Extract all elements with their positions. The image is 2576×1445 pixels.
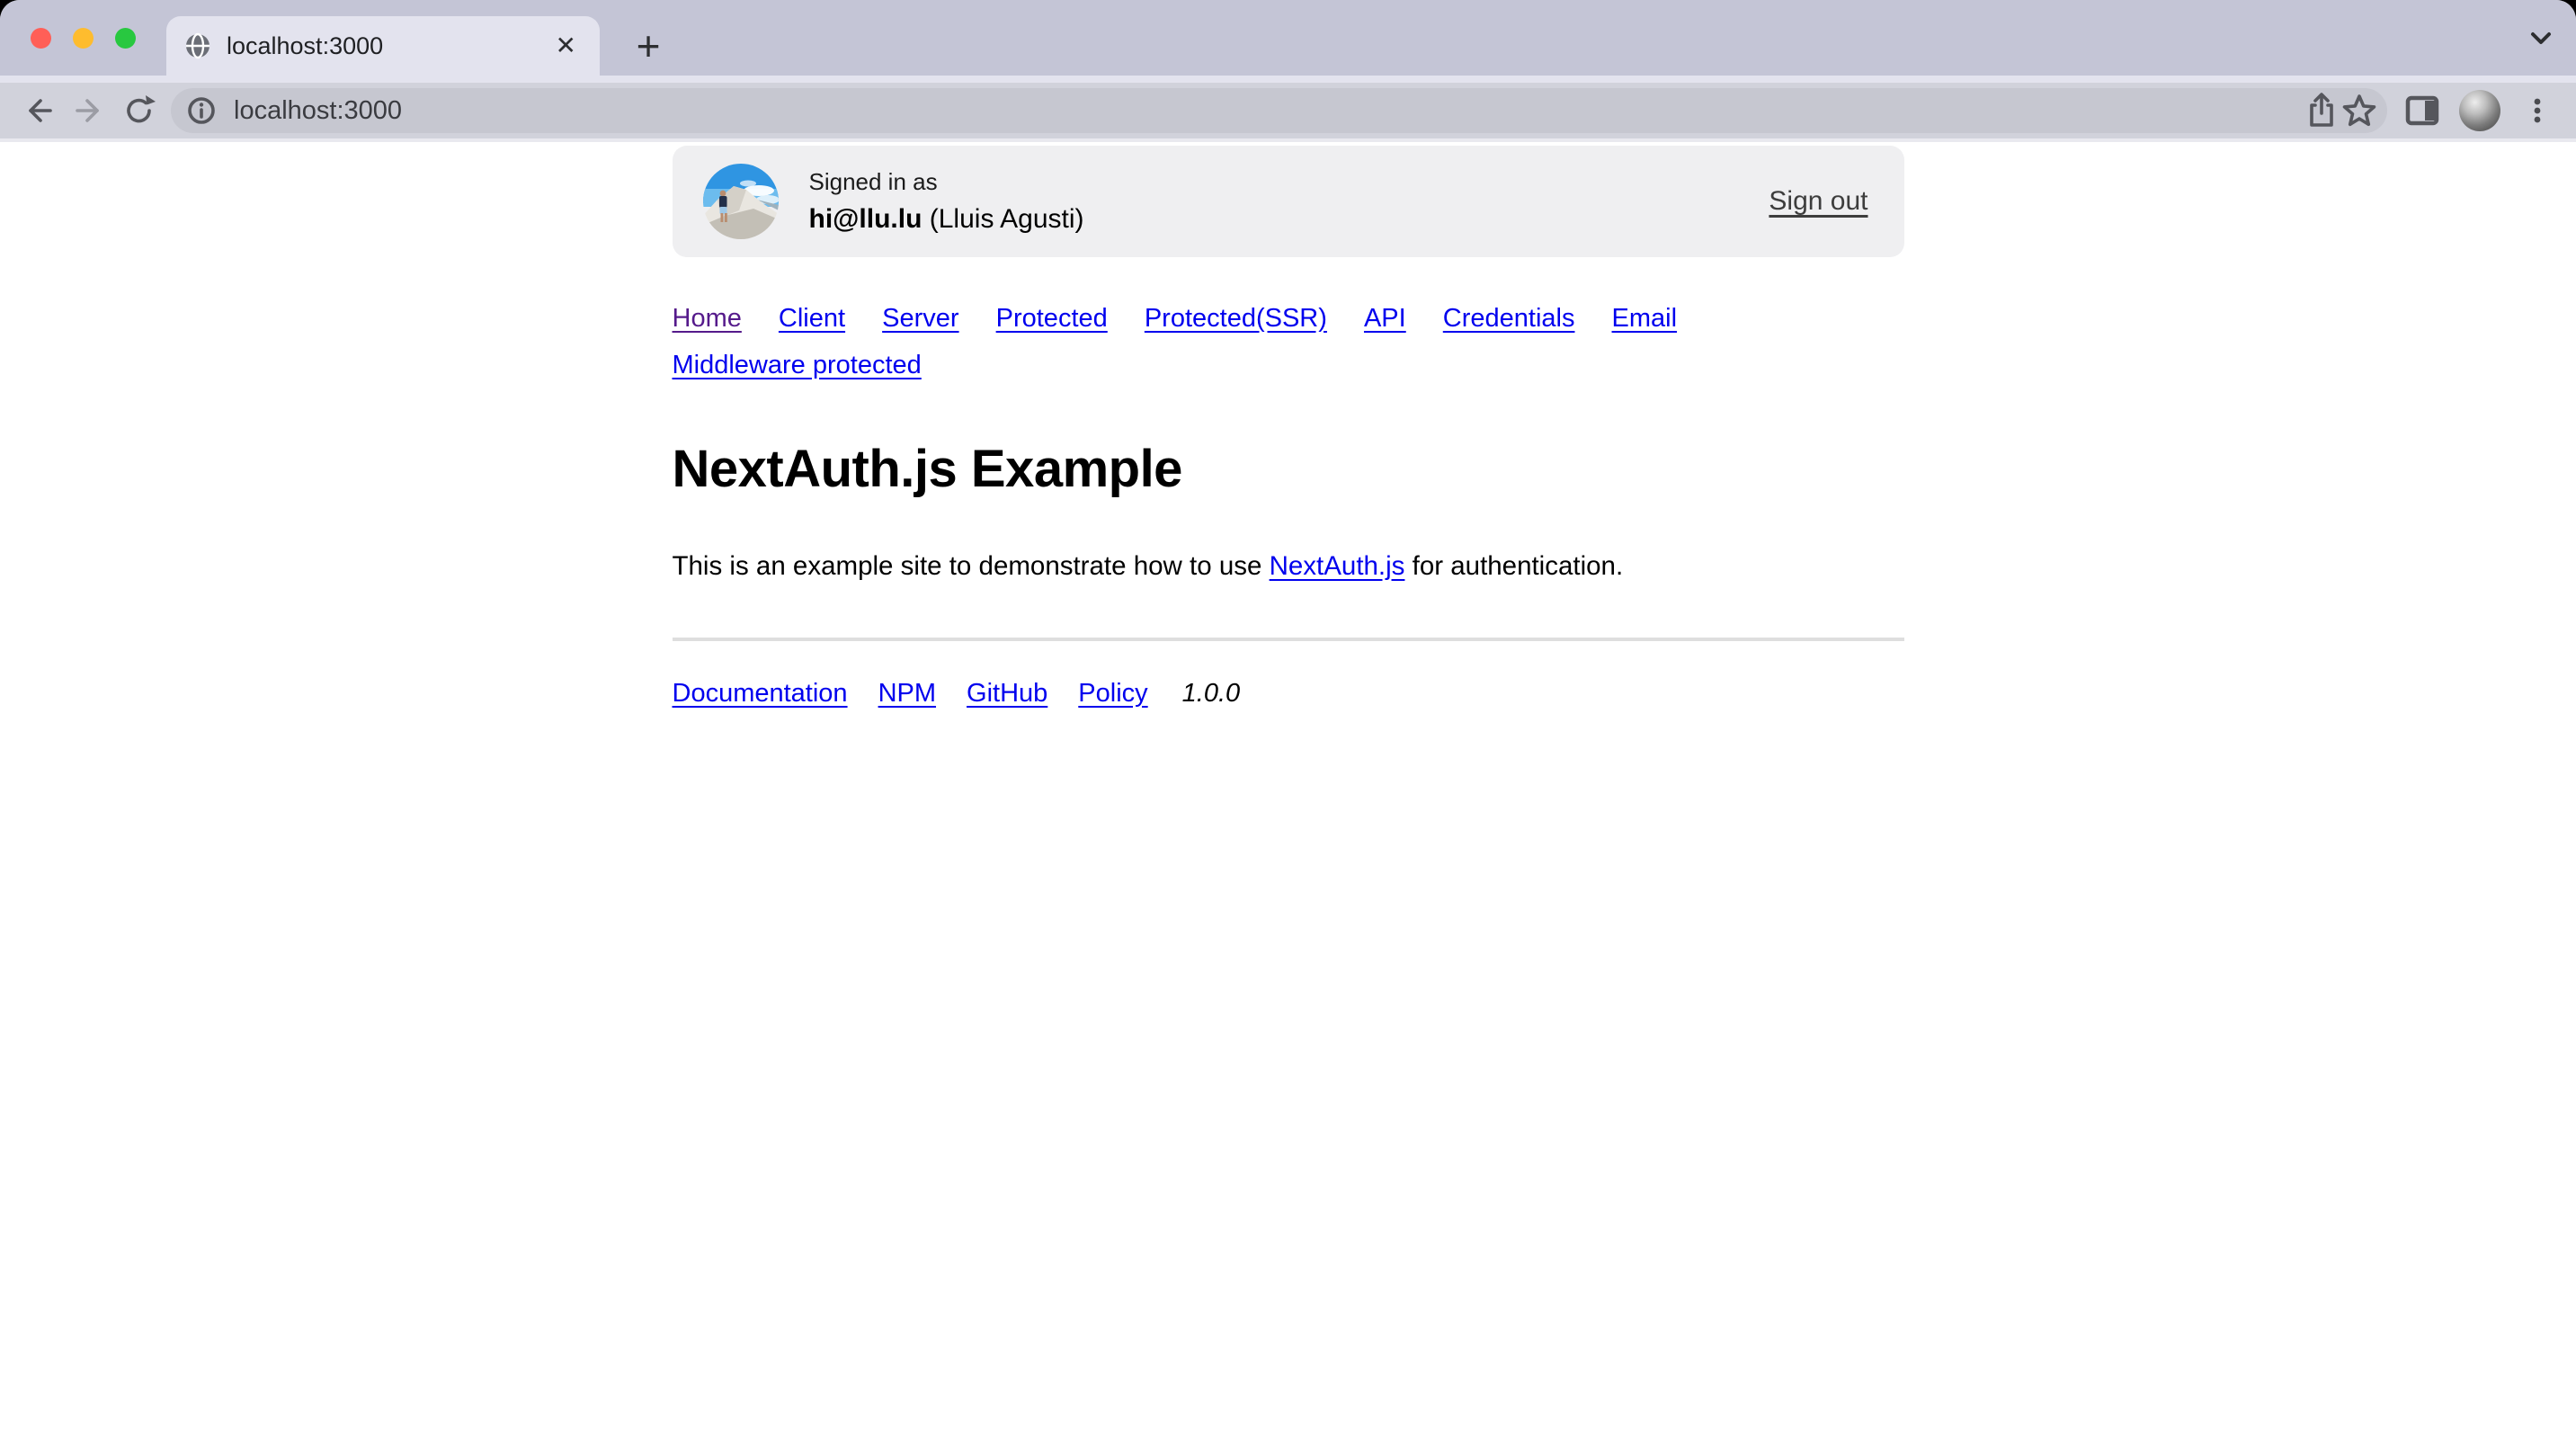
bookmark-star-icon[interactable] [2340, 92, 2378, 129]
signed-in-text: Signed in as hi@llu.lu (Lluis Agusti) [809, 168, 1084, 235]
tab-strip [0, 76, 2576, 83]
signed-in-card: Signed in as hi@llu.lu (Lluis Agusti) Si… [673, 146, 1904, 257]
nav-link-client[interactable]: Client [779, 295, 845, 342]
nav-link-home[interactable]: Home [673, 295, 742, 342]
browser-tab[interactable]: localhost:3000 ✕ [166, 16, 600, 76]
nav-link-middleware-protected[interactable]: Middleware protected [673, 342, 922, 388]
footer-link-policy[interactable]: Policy [1078, 679, 1147, 709]
page-title: NextAuth.js Example [673, 439, 1904, 499]
page-footer: Documentation NPM GitHub Policy 1.0.0 [673, 679, 1904, 709]
nav-link-server[interactable]: Server [882, 295, 958, 342]
close-window-button[interactable] [31, 28, 51, 49]
sign-out-button[interactable]: Sign out [1769, 186, 1867, 217]
site-info-icon[interactable] [185, 94, 218, 127]
forward-button[interactable] [70, 92, 108, 129]
tab-bar: localhost:3000 ✕ + [0, 0, 2576, 76]
browser-toolbar: localhost:3000 [0, 83, 2576, 138]
address-bar[interactable]: localhost:3000 [171, 88, 2387, 133]
browser-window: localhost:3000 ✕ + [0, 0, 2576, 1445]
nav-link-email[interactable]: Email [1612, 295, 1678, 342]
new-tab-button[interactable]: + [624, 22, 673, 70]
intro-paragraph: This is an example site to demonstrate h… [673, 551, 1904, 582]
close-tab-icon[interactable]: ✕ [550, 30, 582, 62]
user-avatar [703, 164, 779, 239]
main-nav: Home Client Server Protected Protected(S… [673, 295, 1769, 388]
url-text[interactable]: localhost:3000 [234, 96, 2303, 126]
signed-in-label: Signed in as [809, 168, 1084, 196]
window-controls [31, 28, 136, 49]
footer-divider [673, 638, 1904, 641]
browser-profile-avatar[interactable] [2459, 90, 2500, 131]
nav-link-protected-ssr[interactable]: Protected(SSR) [1145, 295, 1327, 342]
user-email: hi@llu.lu [809, 204, 923, 234]
footer-link-github[interactable]: GitHub [967, 679, 1047, 709]
footer-link-npm[interactable]: NPM [878, 679, 936, 709]
nav-link-api[interactable]: API [1364, 295, 1406, 342]
side-panel-icon[interactable] [2403, 92, 2441, 129]
globe-favicon-icon [184, 32, 211, 59]
nav-link-protected[interactable]: Protected [996, 295, 1108, 342]
user-name: (Lluis Agusti) [930, 204, 1084, 234]
reload-button[interactable] [120, 92, 158, 129]
tab-title: localhost:3000 [227, 32, 550, 60]
footer-link-documentation[interactable]: Documentation [673, 679, 848, 709]
page-content: Signed in as hi@llu.lu (Lluis Agusti) Si… [0, 142, 2576, 1445]
maximize-window-button[interactable] [115, 28, 136, 49]
tab-search-chevron-icon[interactable] [2529, 31, 2553, 47]
nextauth-link[interactable]: NextAuth.js [1270, 551, 1405, 581]
back-button[interactable] [20, 92, 58, 129]
version-label: 1.0.0 [1182, 679, 1241, 709]
toolbar-right-cluster [2403, 90, 2556, 131]
minimize-window-button[interactable] [73, 28, 94, 49]
share-icon[interactable] [2303, 92, 2340, 129]
nav-link-credentials[interactable]: Credentials [1443, 295, 1575, 342]
menu-kebab-icon[interactable] [2518, 92, 2556, 129]
